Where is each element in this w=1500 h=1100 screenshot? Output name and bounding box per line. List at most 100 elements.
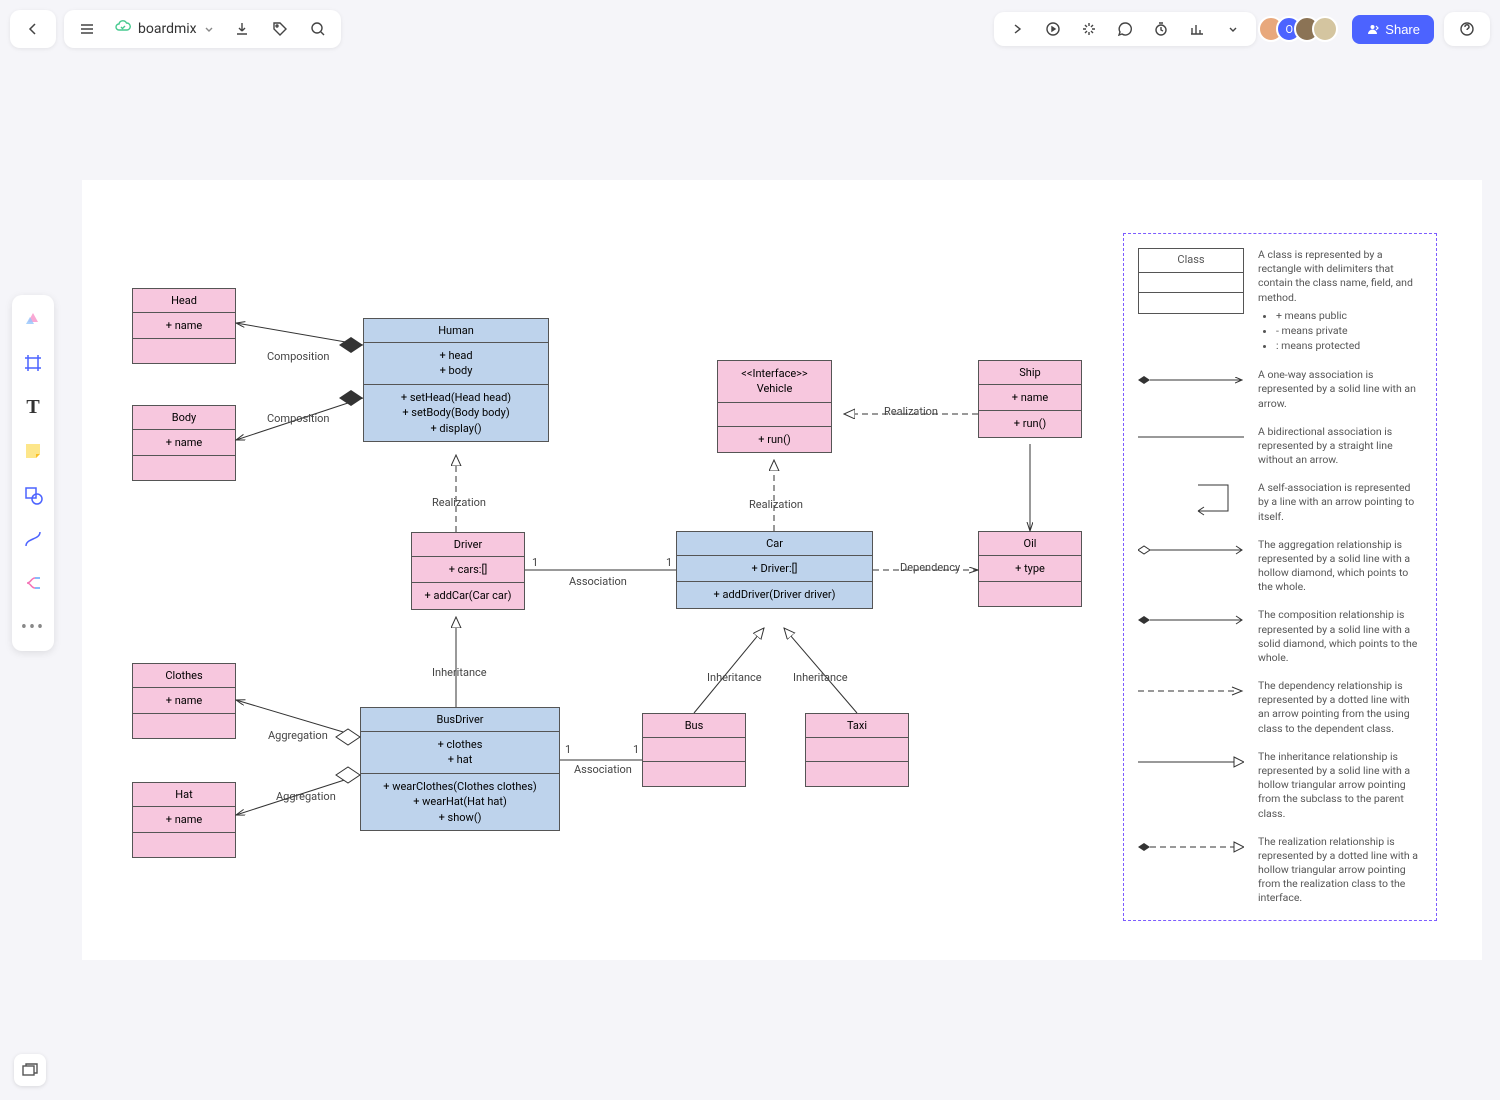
- edge-label: Inheritance: [430, 666, 489, 679]
- class-name: Car: [766, 537, 783, 550]
- sticky-tool[interactable]: [17, 435, 49, 467]
- tag-button[interactable]: [263, 12, 297, 46]
- share-button[interactable]: Share: [1352, 15, 1434, 44]
- edge-label: Composition: [265, 412, 332, 425]
- left-toolbar: T •••: [12, 295, 54, 651]
- attr: + name: [139, 435, 229, 450]
- legend-aggregation: The aggregation relationship is represen…: [1258, 538, 1422, 595]
- method: + addCar(Car car): [418, 588, 518, 603]
- class-name: Clothes: [165, 669, 202, 682]
- legend-oneway: A one-way association is represented by …: [1258, 368, 1422, 411]
- legend-bullet: : means protected: [1276, 339, 1422, 353]
- attr: + name: [139, 812, 229, 827]
- expand-button[interactable]: [1000, 12, 1034, 46]
- edge-label: Aggregation: [266, 729, 330, 742]
- class-vehicle[interactable]: <<Interface>> Vehicle + run(): [717, 360, 832, 453]
- attr: + hat: [367, 752, 553, 767]
- file-name[interactable]: boardmix: [108, 18, 221, 40]
- attr: + Driver:[]: [683, 561, 866, 576]
- class-car[interactable]: Car + Driver:[] + addDriver(Driver drive…: [676, 531, 873, 609]
- attr: + name: [139, 693, 229, 708]
- attr: + cars:[]: [418, 562, 518, 577]
- class-human[interactable]: Human + head + body + setHead(Head head)…: [363, 318, 549, 442]
- download-button[interactable]: [225, 12, 259, 46]
- attr: + name: [139, 318, 229, 333]
- legend-realization: The realization relationship is represen…: [1258, 835, 1422, 906]
- chevron-down-icon: [203, 23, 215, 35]
- edge-label: 1: [563, 743, 573, 756]
- class-taxi[interactable]: Taxi: [805, 713, 909, 787]
- edge-label: Dependency: [898, 561, 962, 574]
- class-name: Head: [171, 294, 197, 307]
- mindmap-tool[interactable]: [17, 567, 49, 599]
- theme-tool[interactable]: [17, 303, 49, 335]
- legend-bullet: - means private: [1276, 324, 1422, 338]
- class-name: Oil: [1024, 537, 1037, 550]
- more-tools[interactable]: •••: [17, 611, 49, 643]
- edge-label: 1: [664, 556, 674, 569]
- layers-button[interactable]: [14, 1054, 46, 1086]
- method: + setHead(Head head): [370, 390, 542, 405]
- legend-inheritance: The inheritance relationship is represen…: [1258, 750, 1422, 821]
- class-busdriver[interactable]: BusDriver + clothes + hat + wearClothes(…: [360, 707, 560, 831]
- attr: + clothes: [367, 737, 553, 752]
- legend-bullet: + means public: [1276, 309, 1422, 323]
- edge-label: Inheritance: [705, 671, 764, 684]
- method: + show(): [367, 810, 553, 825]
- method: + wearClothes(Clothes clothes): [367, 779, 553, 794]
- class-hat[interactable]: Hat + name: [132, 782, 236, 858]
- class-name: BusDriver: [436, 713, 483, 726]
- cloud-icon: [114, 18, 132, 40]
- method: + setBody(Body body): [370, 405, 542, 420]
- method: + run(): [985, 416, 1075, 431]
- chart-button[interactable]: [1180, 12, 1214, 46]
- edge-label: Realization: [882, 405, 940, 418]
- class-bus[interactable]: Bus: [642, 713, 746, 787]
- attr: + body: [370, 363, 542, 378]
- edge-label: Realization: [747, 498, 805, 511]
- more-header-button[interactable]: [1216, 12, 1250, 46]
- class-driver[interactable]: Driver + cars:[] + addCar(Car car): [411, 532, 525, 610]
- class-name: Body: [172, 411, 197, 424]
- sparkle-button[interactable]: [1072, 12, 1106, 46]
- text-tool[interactable]: T: [17, 391, 49, 423]
- class-head[interactable]: Head + name: [132, 288, 236, 364]
- legend-bidir: A bidirectional association is represent…: [1258, 425, 1422, 468]
- back-button[interactable]: [16, 12, 50, 46]
- method: + run(): [724, 432, 825, 447]
- comment-button[interactable]: [1108, 12, 1142, 46]
- legend-class-title: Class: [1139, 249, 1243, 273]
- legend-class-symbol: Class: [1138, 248, 1244, 314]
- edge-label: 1: [530, 556, 540, 569]
- class-body[interactable]: Body + name: [132, 405, 236, 481]
- shape-tool[interactable]: [17, 479, 49, 511]
- search-button[interactable]: [301, 12, 335, 46]
- collaborator-avatars[interactable]: O: [1266, 16, 1338, 42]
- frame-tool[interactable]: [17, 347, 49, 379]
- play-button[interactable]: [1036, 12, 1070, 46]
- edge-label: Association: [572, 763, 634, 776]
- edge-label: Association: [567, 575, 629, 588]
- legend-composition: The composition relationship is represen…: [1258, 608, 1422, 665]
- class-name: Human: [438, 324, 474, 337]
- stereotype: <<Interface>>: [724, 366, 825, 381]
- class-name: Hat: [175, 788, 192, 801]
- class-ship[interactable]: Ship + name + run(): [978, 360, 1082, 438]
- method: + addDriver(Driver driver): [683, 587, 866, 602]
- share-label: Share: [1385, 22, 1420, 37]
- edge-label: Inheritance: [791, 671, 850, 684]
- edge-label: Composition: [265, 350, 332, 363]
- method: + display(): [370, 421, 542, 436]
- class-oil[interactable]: Oil + type: [978, 531, 1082, 607]
- attr: + name: [985, 390, 1075, 405]
- class-clothes[interactable]: Clothes + name: [132, 663, 236, 739]
- legend-self: A self-association is represented by a l…: [1258, 481, 1422, 524]
- timer-button[interactable]: [1144, 12, 1178, 46]
- connector-tool[interactable]: [17, 523, 49, 555]
- class-name: Taxi: [847, 719, 867, 732]
- menu-button[interactable]: [70, 12, 104, 46]
- attr: + type: [985, 561, 1075, 576]
- help-button[interactable]: [1450, 12, 1484, 46]
- edge-label: Realization: [430, 496, 488, 509]
- class-name: Driver: [454, 538, 482, 551]
